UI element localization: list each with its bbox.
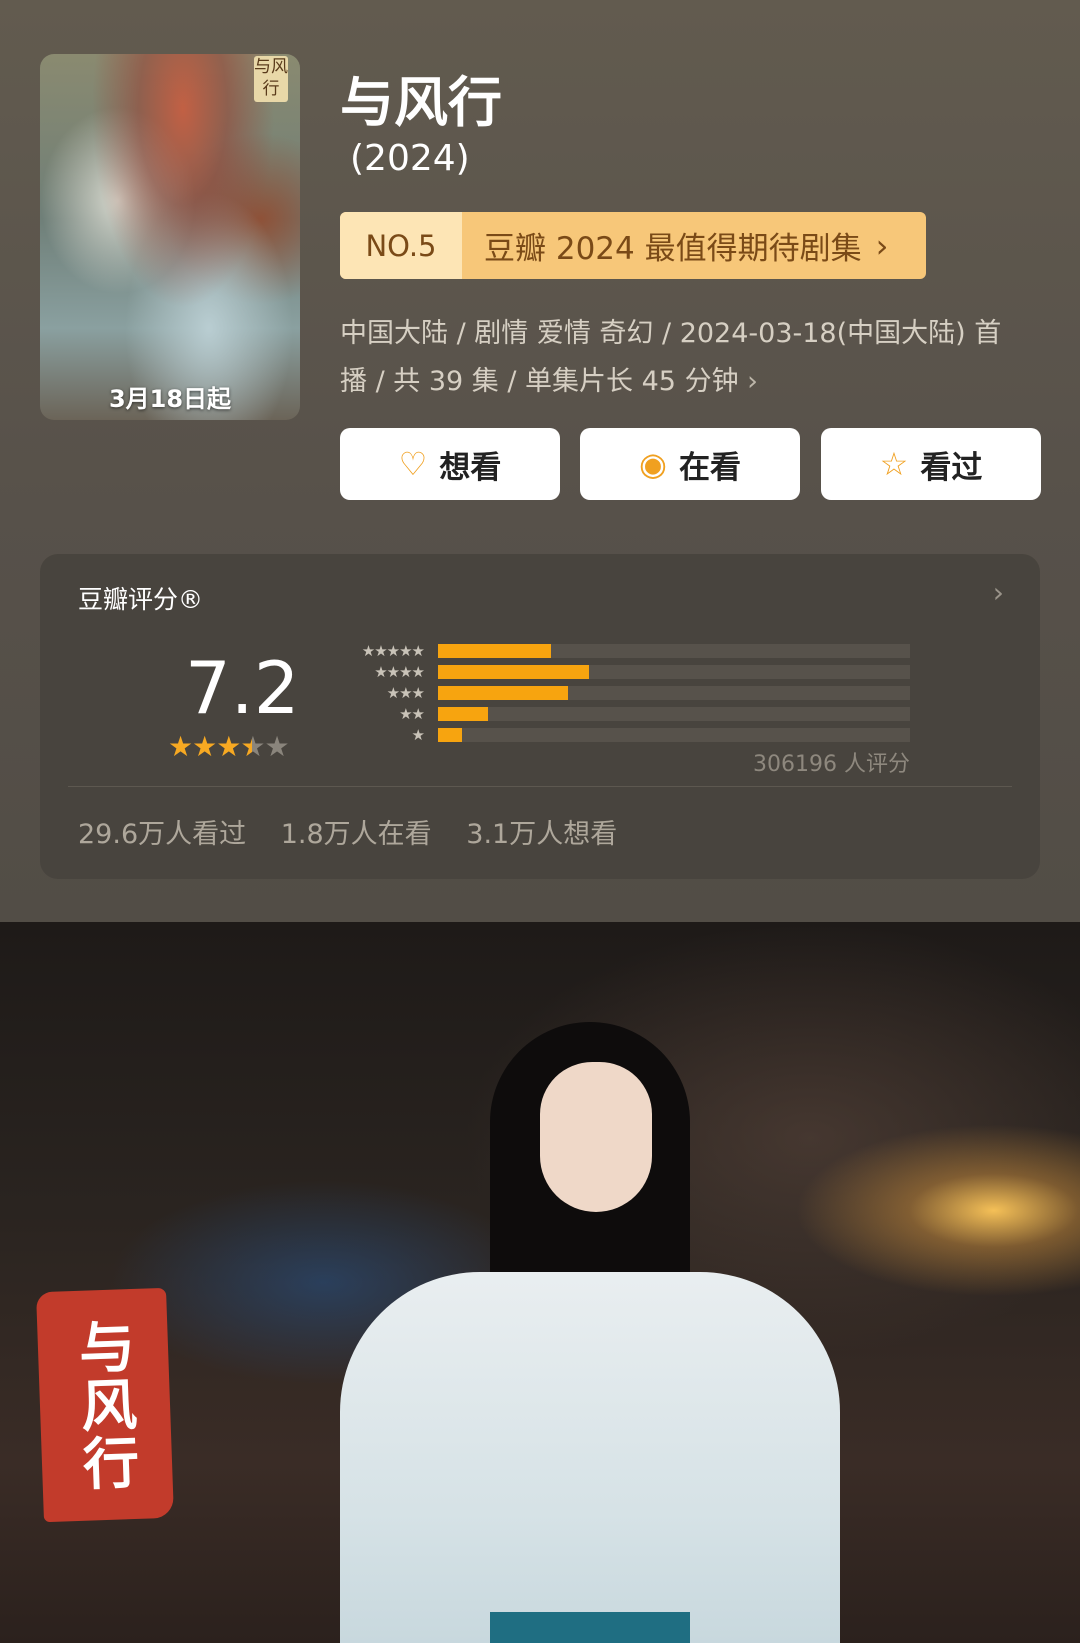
rating-stars: ★★★★★: [168, 730, 290, 763]
watching-button[interactable]: ◉ 在看: [580, 428, 800, 500]
release-year: (2024): [350, 138, 470, 179]
chevron-right-icon: ›: [747, 366, 758, 397]
rating-bar-stars: ★★★★: [374, 663, 425, 681]
watching-count: 1.8万人在看: [280, 819, 432, 850]
star-icon: ★: [216, 730, 241, 763]
actress-figure: [340, 1022, 840, 1643]
page-title: 与风行: [340, 71, 502, 134]
rating-bar-3: ★★★: [330, 684, 910, 702]
rating-bar-fill: [438, 707, 488, 721]
still-photo: [0, 922, 1080, 1643]
rating-bar-stars: ★★★★★: [361, 642, 425, 660]
rating-bar-2: ★★: [330, 705, 910, 723]
ranking-badge[interactable]: NO.5 豆瓣 2024 最值得期待剧集 ›: [340, 212, 926, 279]
rating-count: 306196 人评分: [753, 752, 910, 777]
drama-logo: 与风行: [36, 1287, 174, 1523]
chevron-right-icon[interactable]: ›: [993, 576, 1004, 609]
rating-bar-stars: ★★★: [386, 684, 425, 702]
star-icon: ★: [168, 730, 193, 763]
logo-text: 与风行: [68, 1316, 141, 1494]
want-to-watch-label: 想看: [439, 449, 502, 486]
want-to-watch-button[interactable]: ♡ 想看: [340, 428, 560, 500]
rating-bar-fill: [438, 728, 462, 742]
rank-number: NO.5: [340, 212, 462, 279]
watched-button[interactable]: ☆ 看过: [821, 428, 1041, 500]
rating-bar-fill: [438, 686, 568, 700]
half-star-icon: ★: [240, 730, 265, 763]
meta-line-1: 中国大陆 / 剧情 爱情 奇幻 / 2024-03-18(中国大陆) 首: [340, 318, 1002, 349]
rating-bar-fill: [438, 644, 552, 658]
rating-card[interactable]: 豆瓣评分® › 7.2 ★★★★★ ★★★★★ ★★★★ ★★★ ★★ ★ 30…: [40, 554, 1040, 879]
chevron-right-icon: ›: [875, 226, 889, 265]
rating-bar-fill: [438, 665, 590, 679]
star-icon: ★: [192, 730, 217, 763]
divider: [68, 786, 1012, 787]
rating-bar-stars: ★★: [399, 705, 425, 723]
watched-count: 29.6万人看过: [78, 819, 247, 850]
movie-meta-info[interactable]: 中国大陆 / 剧情 爱情 奇幻 / 2024-03-18(中国大陆) 首 播 /…: [340, 310, 1040, 406]
target-icon: ◉: [639, 445, 667, 483]
star-empty-icon: ★: [264, 730, 289, 763]
rating-title: 豆瓣评分®: [78, 585, 204, 614]
rank-label: 豆瓣 2024 最值得期待剧集: [484, 231, 862, 267]
movie-header-section: 与风行 3月18日起 与风行 (2024) NO.5 豆瓣 2024 最值得期待…: [0, 0, 1080, 922]
meta-line-2: 播 / 共 39 集 / 单集片长 45 分钟: [340, 366, 739, 397]
star-outline-icon: ☆: [879, 445, 909, 483]
audience-stats: 29.6万人看过 1.8万人在看 3.1万人想看: [78, 812, 643, 851]
rating-bar-stars: ★: [411, 726, 425, 744]
heart-plus-icon: ♡: [398, 445, 428, 483]
watched-label: 看过: [920, 449, 983, 486]
poster-image[interactable]: 与风行 3月18日起: [40, 54, 300, 420]
rating-score: 7.2: [185, 646, 300, 730]
rating-bar-1: ★: [330, 726, 910, 744]
rating-bar-4: ★★★★: [330, 663, 910, 681]
watching-label: 在看: [678, 449, 741, 486]
poster-date-label: 3月18日起: [108, 385, 232, 413]
rating-bar-5: ★★★★★: [330, 642, 910, 660]
want-count: 3.1万人想看: [466, 819, 618, 850]
poster-seal: 与风行: [254, 56, 288, 102]
